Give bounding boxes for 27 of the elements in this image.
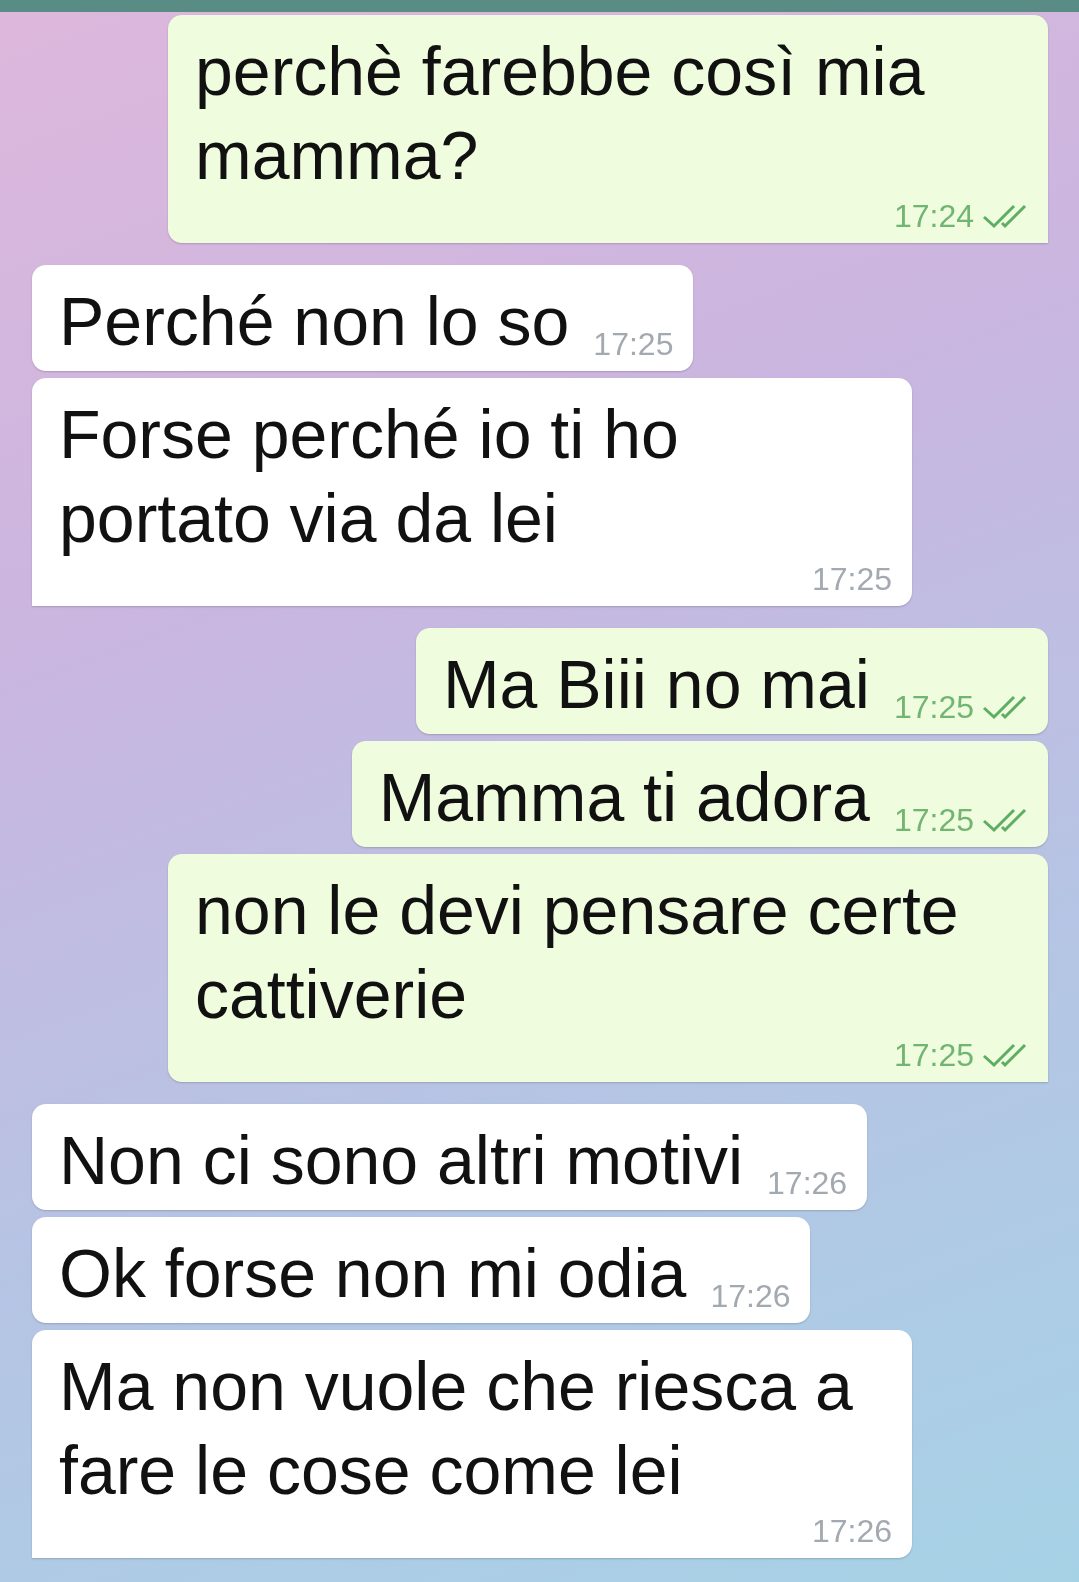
message-bubble[interactable]: Ok forse non mi odia 17:26: [32, 1217, 811, 1323]
message-bubble[interactable]: perchè farebbe così mia mamma? 17:24: [168, 15, 1048, 243]
message-text: Perché non lo so: [59, 282, 570, 361]
message-time: 17:24: [893, 197, 974, 235]
message-bubble[interactable]: Ma Biii no mai 17:25: [415, 628, 1048, 734]
message-time: 17:25: [593, 325, 674, 363]
message-time: 17:25: [893, 801, 974, 839]
message-text: Non ci sono altri motivi: [59, 1121, 744, 1200]
message-bubble[interactable]: Non ci sono altri motivi 17:26: [32, 1104, 868, 1210]
message-text: Ma Biii no mai: [442, 645, 870, 724]
message-bubble[interactable]: Perché non lo so 17:25: [32, 265, 694, 371]
message-bubble[interactable]: non le devi pensare certe cattiverie 17:25: [168, 854, 1048, 1082]
message-time: 17:26: [767, 1164, 848, 1202]
message-time: 17:26: [811, 1512, 892, 1550]
message-text: non le devi pensare certe cattiverie: [195, 871, 960, 1034]
message-text: perchè farebbe così mia mamma?: [195, 32, 926, 195]
message-time: 17:25: [811, 560, 892, 598]
message-text: Ok forse non mi odia: [59, 1234, 687, 1313]
message-bubble[interactable]: Forse perché io ti ho portato via da lei 17:25: [32, 378, 912, 606]
message-time: 17:25: [893, 688, 974, 726]
message-bubble[interactable]: Ma non vuole che riesca a fare le cose come lei 17:26: [32, 1330, 912, 1558]
message-time: 17:26: [710, 1277, 791, 1315]
message-text: Mamma ti adora: [378, 758, 870, 837]
message-bubble[interactable]: Mamma ti adora 17:25: [351, 741, 1048, 847]
message-time: 17:25: [893, 1036, 974, 1074]
message-text: Forse perché io ti ho portato via da lei: [59, 395, 680, 558]
message-text: Ma non vuole che riesca a fare le cose come lei: [59, 1347, 854, 1510]
